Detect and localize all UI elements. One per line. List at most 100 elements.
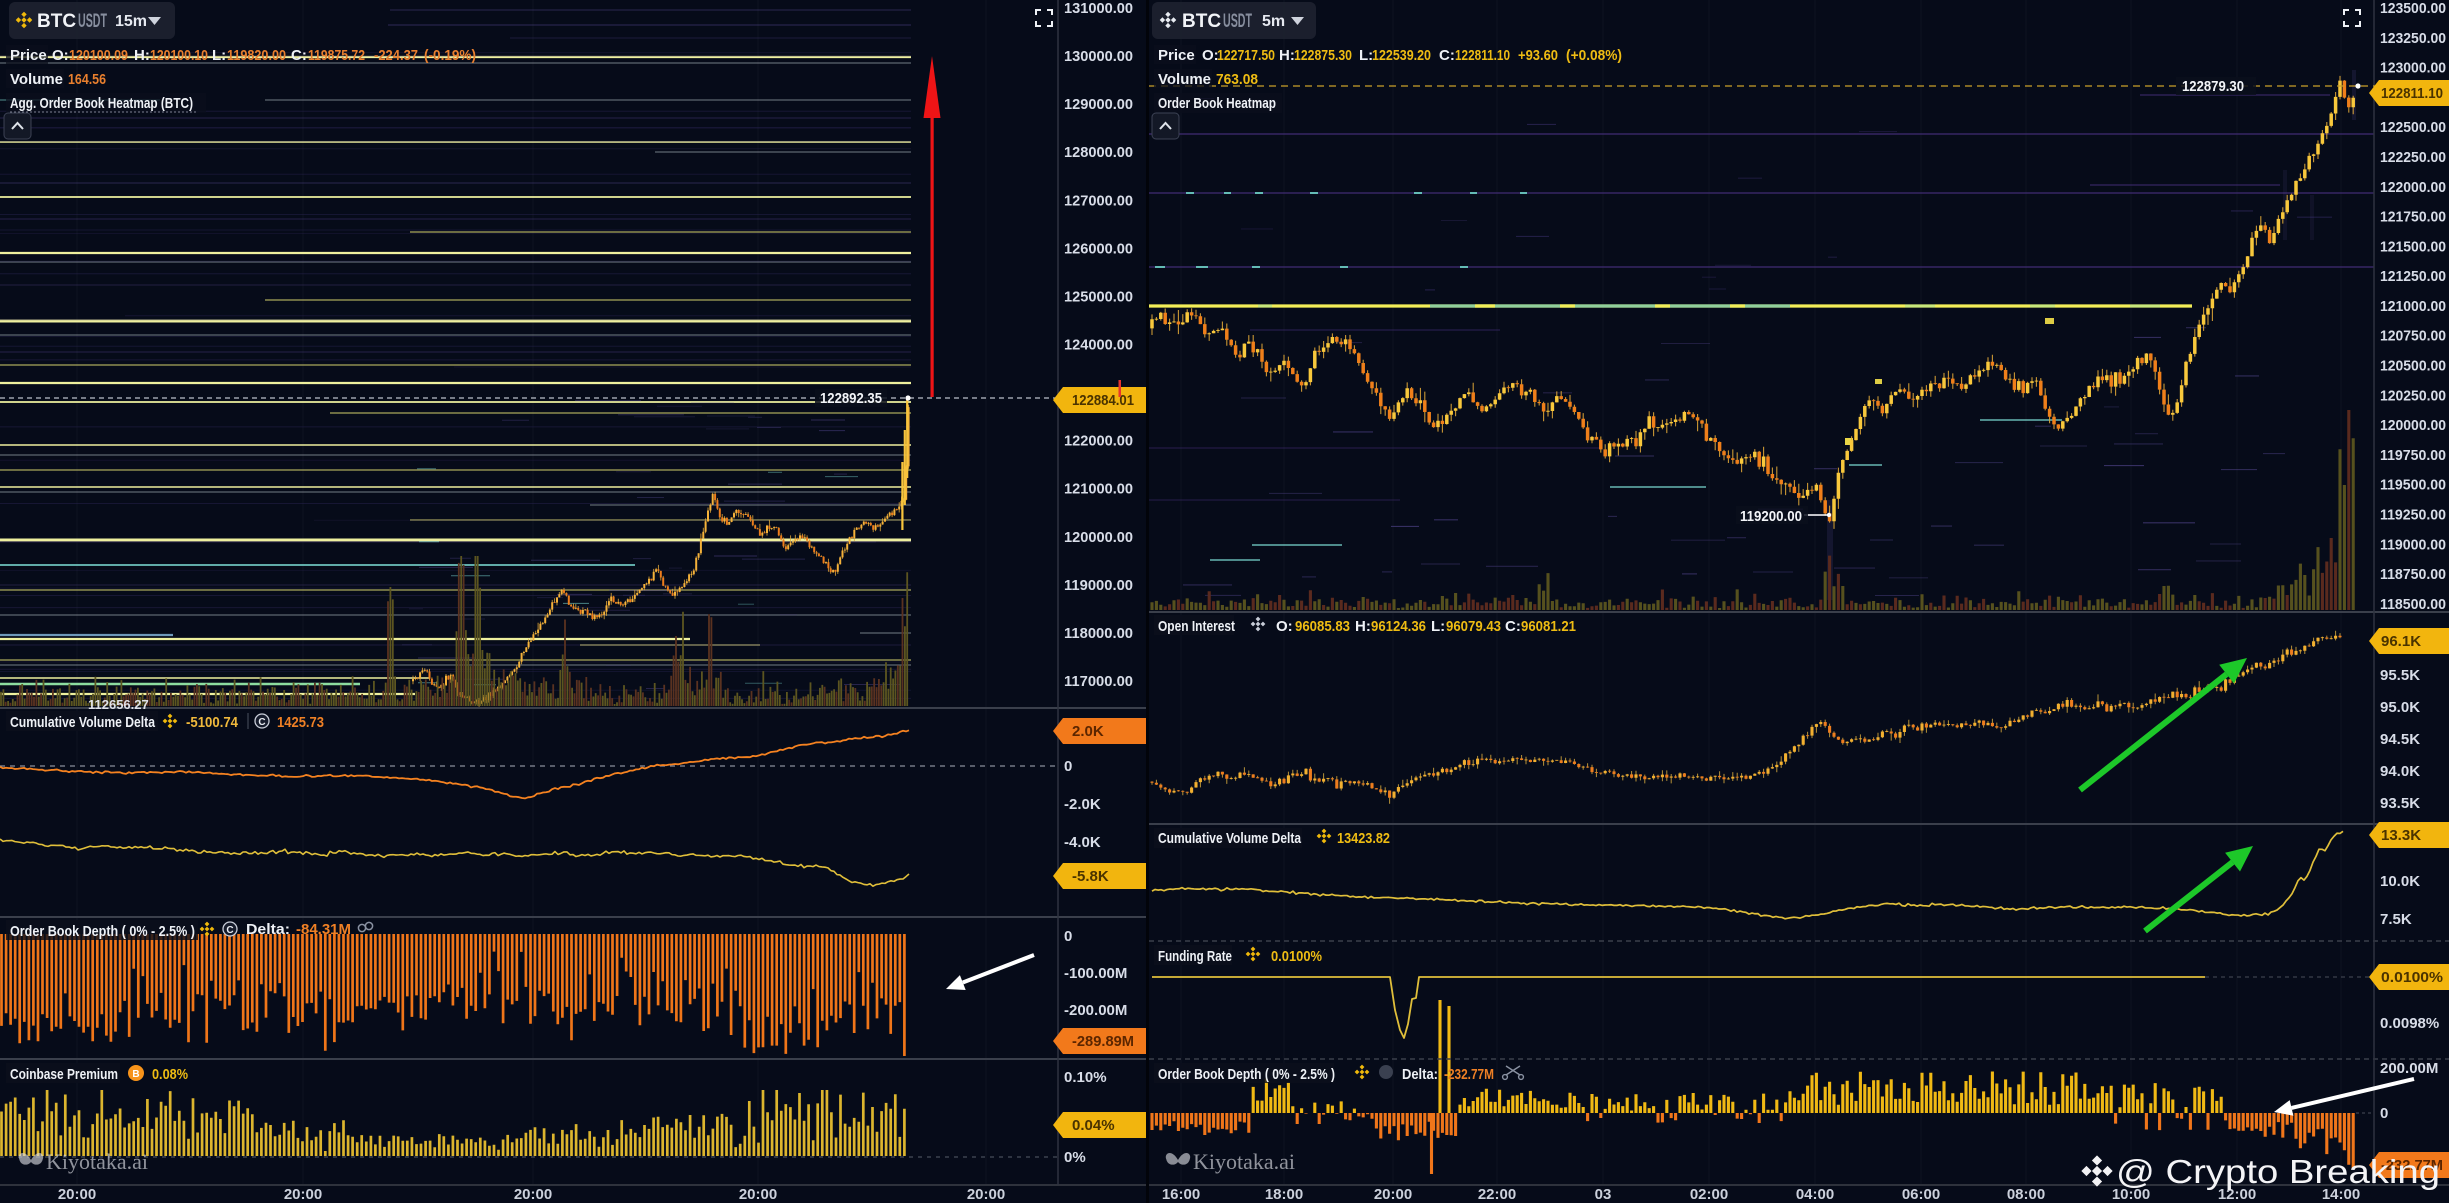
svg-text:0.08%: 0.08% [152,1066,188,1083]
svg-text:5m: 5m [1262,13,1285,30]
svg-text:Order Book Depth ( 0% - 2.5% ): Order Book Depth ( 0% - 2.5% ) [10,923,195,940]
svg-text:-2.0K: -2.0K [1064,796,1101,813]
svg-text:124000.00: 124000.00 [1064,336,1133,353]
svg-text:120100.09: 120100.09 [69,47,128,64]
svg-text:22:00: 22:00 [1478,1186,1516,1203]
svg-text:2.0K: 2.0K [1072,723,1104,740]
svg-text:Volume: Volume [10,71,63,88]
svg-text:10.0K: 10.0K [2380,873,2420,890]
svg-text:95.5K: 95.5K [2380,667,2420,684]
svg-text:0.04%: 0.04% [1072,1117,1115,1134]
svg-text:119250.00: 119250.00 [2380,506,2446,523]
svg-text:120000.00: 120000.00 [2380,417,2446,434]
svg-text:119000.00: 119000.00 [2380,536,2446,553]
svg-text:0.0100%: 0.0100% [1271,948,1322,965]
svg-text:18:00: 18:00 [1265,1186,1303,1203]
svg-text:96.1K: 96.1K [2381,633,2421,650]
svg-text:94.0K: 94.0K [2380,763,2420,780]
svg-text:BTC: BTC [1182,11,1221,32]
svg-text:C:: C: [1439,47,1455,64]
svg-text:1425.73: 1425.73 [277,714,324,731]
svg-text:131000.00: 131000.00 [1064,0,1133,17]
svg-text:20:00: 20:00 [514,1186,552,1203]
svg-text:-5100.74: -5100.74 [186,714,239,731]
svg-text:122811.10: 122811.10 [2381,85,2443,102]
svg-text:B: B [132,1069,139,1080]
svg-text:120100.10: 120100.10 [150,47,208,64]
svg-text:164.56: 164.56 [68,71,106,88]
svg-text:-289.89M: -289.89M [1072,1033,1134,1050]
svg-text:127000.00: 127000.00 [1064,192,1133,209]
svg-text:04:00: 04:00 [1796,1186,1834,1203]
svg-text:C: C [258,717,265,728]
svg-text:@ Crypto Breaking: @ Crypto Breaking [2116,1153,2440,1190]
svg-text:96124.36: 96124.36 [1371,618,1426,635]
svg-text:Funding Rate: Funding Rate [1158,948,1232,965]
svg-text:L:: L: [1431,618,1445,635]
svg-text:0.0100%: 0.0100% [2381,969,2443,986]
svg-text:121750.00: 121750.00 [2380,209,2446,226]
svg-text:0: 0 [2380,1105,2388,1122]
svg-text:96085.83: 96085.83 [1295,618,1350,635]
svg-text:Cumulative Volume Delta: Cumulative Volume Delta [1158,830,1302,847]
svg-text:0.0098%: 0.0098% [2380,1015,2439,1032]
svg-text:H:: H: [1355,618,1371,635]
svg-text:USDT: USDT [78,11,107,32]
svg-text:122879.30: 122879.30 [2182,78,2244,95]
svg-text:123000.00: 123000.00 [2380,60,2446,77]
svg-text:125000.00: 125000.00 [1064,288,1133,305]
svg-text:122811.10: 122811.10 [1455,47,1510,64]
svg-text:120750.00: 120750.00 [2380,328,2446,345]
svg-text:BTC: BTC [37,11,76,32]
svg-text:118750.00: 118750.00 [2380,566,2446,583]
svg-text:-4.0K: -4.0K [1064,834,1101,851]
svg-text:C:: C: [291,47,307,64]
svg-text:128000.00: 128000.00 [1064,144,1133,161]
svg-text:121500.00: 121500.00 [2380,238,2446,255]
svg-text:Delta:: Delta: [1402,1066,1438,1083]
svg-text:122884.01: 122884.01 [1072,392,1134,409]
svg-text:Delta:: Delta: [246,921,290,938]
svg-text:(+0.08%): (+0.08%) [1566,47,1622,64]
svg-text:96079.43: 96079.43 [1446,618,1501,635]
svg-text:03: 03 [1595,1186,1612,1203]
svg-text:122000.00: 122000.00 [2380,179,2446,196]
svg-text:117000.00: 117000.00 [1064,673,1133,690]
svg-text:-5.8K: -5.8K [1072,868,1109,885]
svg-text:119875.72: 119875.72 [308,47,365,64]
svg-text:122875.30: 122875.30 [1294,47,1352,64]
svg-text:121250.00: 121250.00 [2380,268,2446,285]
svg-text:Price: Price [1158,47,1195,64]
svg-text:119000.00: 119000.00 [1064,577,1133,594]
svg-text:13423.82: 13423.82 [1337,830,1390,847]
svg-text:7.5K: 7.5K [2380,911,2412,928]
svg-text:Order Book Depth ( 0% - 2.5% ): Order Book Depth ( 0% - 2.5% ) [1158,1066,1335,1083]
svg-text:Open Interest: Open Interest [1158,618,1235,635]
svg-text:O:: O: [1276,618,1293,635]
svg-text:Cumulative Volume Delta: Cumulative Volume Delta [10,714,156,731]
svg-text:122717.50: 122717.50 [1217,47,1275,64]
svg-text:0: 0 [1064,758,1072,775]
svg-text:20:00: 20:00 [967,1186,1005,1203]
svg-text:-200.00M: -200.00M [1064,1002,1127,1019]
svg-text:112656.27: 112656.27 [88,697,149,712]
svg-text:Volume: Volume [1158,71,1211,88]
svg-text:08:00: 08:00 [2007,1186,2045,1203]
svg-text:13.3K: 13.3K [2381,827,2421,844]
svg-text:06:00: 06:00 [1902,1186,1940,1203]
svg-text:93.5K: 93.5K [2380,795,2420,812]
svg-text:-84.31M: -84.31M [296,921,351,938]
svg-text:Price: Price [10,47,47,64]
svg-text:Kiyotaka.ai: Kiyotaka.ai [1193,1149,1295,1174]
svg-text:122000.00: 122000.00 [1064,433,1133,450]
svg-text:Agg. Order Book Heatmap (BTC): Agg. Order Book Heatmap (BTC) [10,95,193,112]
svg-text:118500.00: 118500.00 [2380,596,2446,613]
svg-text:126000.00: 126000.00 [1064,240,1133,257]
svg-text:119200.00: 119200.00 [1740,508,1802,525]
svg-text:C: C [226,925,233,936]
svg-text:20:00: 20:00 [58,1186,96,1203]
svg-text:-232.77M: -232.77M [1444,1066,1494,1083]
svg-text:121000.00: 121000.00 [1064,481,1133,498]
svg-text:123250.00: 123250.00 [2380,30,2446,47]
svg-text:15m: 15m [115,13,147,30]
